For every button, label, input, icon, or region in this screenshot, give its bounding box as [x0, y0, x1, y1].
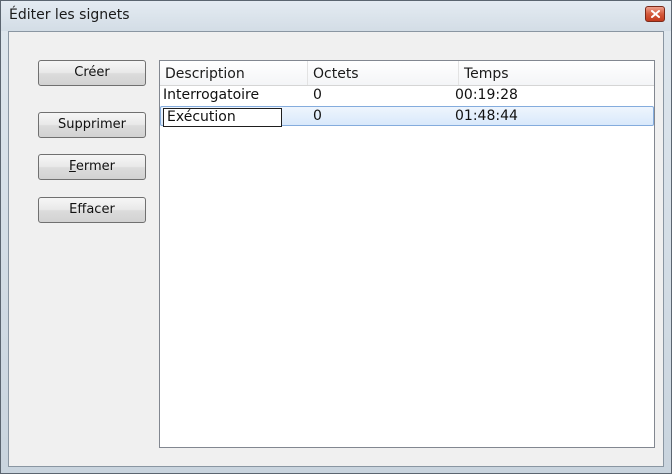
list-row[interactable]: Interrogatoire 0 00:19:28: [160, 86, 654, 106]
row-temps: 00:19:28: [455, 87, 518, 103]
edit-bookmarks-dialog: Éditer les signets Créer Supprimer Ferme…: [0, 0, 672, 474]
column-header-temps[interactable]: Temps: [459, 61, 654, 85]
clear-button[interactable]: Effacer: [38, 197, 146, 223]
column-header-description[interactable]: Description: [160, 61, 308, 85]
dialog-client-area: Créer Supprimer Fermer Effacer Descripti…: [8, 31, 664, 467]
close-button-label-rest: ermer: [75, 159, 115, 174]
window-title: Éditer les signets: [9, 7, 130, 23]
row-octets: 0: [313, 87, 322, 103]
create-button[interactable]: Créer: [38, 60, 146, 86]
column-header-octets[interactable]: Octets: [308, 61, 459, 85]
title-bar[interactable]: Éditer les signets: [1, 1, 671, 31]
row-description: Interrogatoire: [163, 87, 260, 103]
close-window-button[interactable]: [645, 6, 665, 22]
delete-button[interactable]: Supprimer: [38, 112, 146, 138]
close-button[interactable]: Fermer: [38, 154, 146, 180]
close-x-icon: [650, 10, 660, 18]
bookmarks-list[interactable]: Description Octets Temps Interrogatoire …: [159, 60, 655, 448]
list-row-selected[interactable]: Exécution 0 01:48:44: [160, 106, 654, 127]
row-octets: 0: [313, 108, 322, 124]
close-button-mnemonic: F: [69, 159, 76, 174]
description-edit-field[interactable]: Exécution: [163, 108, 282, 127]
row-temps: 01:48:44: [455, 108, 518, 124]
list-header: Description Octets Temps: [160, 61, 654, 86]
